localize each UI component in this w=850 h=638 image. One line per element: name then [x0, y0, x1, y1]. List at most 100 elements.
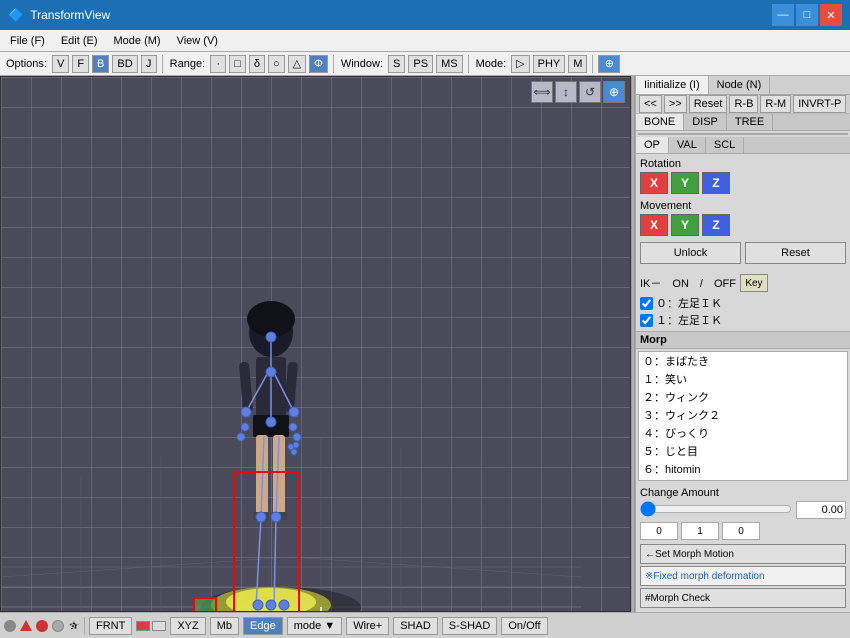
- right-panel-top-tabs: Iinitialize (I) Node (N): [636, 76, 850, 95]
- opt-bd-btn[interactable]: BD: [112, 55, 137, 73]
- range-sq-btn[interactable]: □: [229, 55, 246, 73]
- tab-disp[interactable]: DISP: [684, 114, 727, 130]
- tab-node[interactable]: Node (N): [709, 76, 771, 94]
- range-phi-btn[interactable]: Φ: [309, 55, 328, 73]
- viewport[interactable]: ⟺ ↕ ↺ ⊕: [0, 76, 631, 612]
- wire-btn[interactable]: Wire+: [346, 617, 389, 635]
- ik-item-1: １：左足ＩＫ: [640, 312, 846, 328]
- nav-home-icon[interactable]: ⊕: [603, 81, 625, 103]
- morph-check-btn[interactable]: #Morph Check: [640, 588, 846, 608]
- morph-section: Morp ０：まばたき １：笑い ２：ウィンク ３：ウィンク２ ４：びっくり ５…: [636, 331, 850, 483]
- movement-z-btn[interactable]: Z: [702, 214, 730, 236]
- movement-label: Movement: [640, 200, 846, 212]
- unlock-button[interactable]: Unlock: [640, 242, 741, 264]
- reset-bone-button[interactable]: Reset: [745, 242, 846, 264]
- shad-btn[interactable]: SHAD: [393, 617, 438, 635]
- morph-item[interactable]: １：笑い: [639, 370, 847, 388]
- tab-op[interactable]: OP: [636, 137, 669, 153]
- minimize-button[interactable]: —: [772, 4, 794, 26]
- menu-edit[interactable]: Edit (E): [55, 33, 104, 49]
- app-title: TransformView: [30, 8, 110, 22]
- tab-tree[interactable]: TREE: [727, 114, 773, 130]
- invrt-p-btn[interactable]: INVRT-P: [793, 95, 846, 113]
- ik-checkbox-0[interactable]: [640, 297, 653, 310]
- amount-input-2[interactable]: [722, 522, 760, 540]
- tab-initialize[interactable]: Iinitialize (I): [636, 76, 709, 94]
- status-icon-1: [4, 620, 16, 632]
- morph-item[interactable]: ０：まばたき: [639, 352, 847, 370]
- amount-input-1[interactable]: [681, 522, 719, 540]
- ik-key-button[interactable]: Key: [740, 274, 768, 292]
- amount-slider[interactable]: [640, 502, 792, 516]
- prev-prev-btn[interactable]: <<: [639, 95, 662, 113]
- menu-view[interactable]: View (V): [171, 33, 224, 49]
- mode-label: Mode:: [474, 58, 509, 70]
- bone-item[interactable]: ３０：右親指１: [639, 134, 847, 135]
- morph-item[interactable]: ６：hitomin: [639, 460, 847, 478]
- bone-list[interactable]: ３０：右親指１ ３１：右親指２ ３２：右人指１ ３３：右人指２ ３４：右人指３ …: [638, 133, 848, 135]
- rm-btn[interactable]: R-M: [760, 95, 791, 113]
- nav-arrows-icon[interactable]: ⟺: [531, 81, 553, 103]
- nav-rotate-icon[interactable]: ↺: [579, 81, 601, 103]
- fixed-morph-btn[interactable]: ※Fixed morph deformation: [640, 566, 846, 586]
- opt-b-btn[interactable]: B: [92, 55, 109, 73]
- window-ms-btn[interactable]: MS: [436, 55, 463, 73]
- amount-input-0[interactable]: [640, 522, 678, 540]
- range-dot-btn[interactable]: ·: [210, 55, 226, 73]
- sep1: [162, 55, 163, 73]
- rb-btn[interactable]: R-B: [729, 95, 758, 113]
- morph-item[interactable]: ３：ウィンク２: [639, 406, 847, 424]
- mode-play-btn[interactable]: ▷: [511, 55, 529, 73]
- rotation-z-btn[interactable]: Z: [702, 172, 730, 194]
- rotation-y-btn[interactable]: Y: [671, 172, 699, 194]
- reset-btn[interactable]: Reset: [689, 95, 728, 113]
- range-delta-btn[interactable]: δ: [249, 55, 265, 73]
- tab-val[interactable]: VAL: [669, 137, 706, 153]
- movement-x-btn[interactable]: X: [640, 214, 668, 236]
- app-icon: 🔷: [8, 7, 24, 23]
- morph-item[interactable]: ２：ウィンク: [639, 388, 847, 406]
- s-shad-btn[interactable]: S-SHAD: [442, 617, 498, 635]
- next-next-btn[interactable]: >>: [664, 95, 687, 113]
- tab-scl[interactable]: SCL: [706, 137, 744, 153]
- on-off-btn[interactable]: On/Off: [501, 617, 547, 635]
- opt-j-btn[interactable]: J: [141, 55, 157, 73]
- frnt-btn[interactable]: FRNT: [89, 617, 132, 635]
- opt-f-btn[interactable]: F: [72, 55, 89, 73]
- morph-item[interactable]: ７：hitomis: [639, 478, 847, 481]
- tab-bone[interactable]: BONE: [636, 114, 684, 130]
- morph-list[interactable]: ０：まばたき １：笑い ２：ウィンク ３：ウィンク２ ４：びっくり ５：じと目 …: [638, 351, 848, 481]
- movement-y-btn[interactable]: Y: [671, 214, 699, 236]
- color-swatch-2[interactable]: [152, 621, 166, 631]
- ctrl-row: << >> Reset R-B R-M INVRT-P: [636, 95, 850, 114]
- rotation-x-btn[interactable]: X: [640, 172, 668, 194]
- window-ps-btn[interactable]: PS: [408, 55, 433, 73]
- ik-checkbox-1[interactable]: [640, 314, 653, 327]
- compass-btn[interactable]: ⊕: [598, 55, 620, 73]
- morph-item[interactable]: ５：じと目: [639, 442, 847, 460]
- viewport-nav-icons[interactable]: ⟺ ↕ ↺ ⊕: [531, 81, 625, 103]
- mb-btn[interactable]: Mb: [210, 617, 239, 635]
- maximize-button[interactable]: □: [796, 4, 818, 26]
- menu-mode[interactable]: Mode (M): [108, 33, 167, 49]
- set-morph-motion-btn[interactable]: ←Set Morph Motion: [640, 544, 846, 564]
- morph-item[interactable]: ４：びっくり: [639, 424, 847, 442]
- title-bar-controls[interactable]: — □ ✕: [772, 4, 842, 26]
- status-circle2-icon: [52, 620, 64, 632]
- ik-label-1: １：左足ＩＫ: [656, 312, 722, 328]
- window-s-btn[interactable]: S: [388, 55, 405, 73]
- range-circ-btn[interactable]: ○: [268, 55, 285, 73]
- nav-vert-icon[interactable]: ↕: [555, 81, 577, 103]
- close-button[interactable]: ✕: [820, 4, 842, 26]
- edge-btn[interactable]: Edge: [243, 617, 283, 635]
- xyz-status-btn[interactable]: XYZ: [170, 617, 205, 635]
- mode-phy-btn[interactable]: PHY: [533, 55, 566, 73]
- range-tri-btn[interactable]: △: [288, 55, 306, 73]
- change-amount-section: Change Amount 0.00 ←Set Morph Motion ※Fi…: [636, 483, 850, 612]
- color-swatch-1[interactable]: [136, 621, 150, 631]
- mode-m-btn[interactable]: M: [568, 55, 587, 73]
- opt-v-btn[interactable]: V: [52, 55, 69, 73]
- bone-section-tabs: BONE DISP TREE: [636, 114, 850, 131]
- menu-file[interactable]: File (F): [4, 33, 51, 49]
- mode-btn[interactable]: mode ▼: [287, 617, 342, 635]
